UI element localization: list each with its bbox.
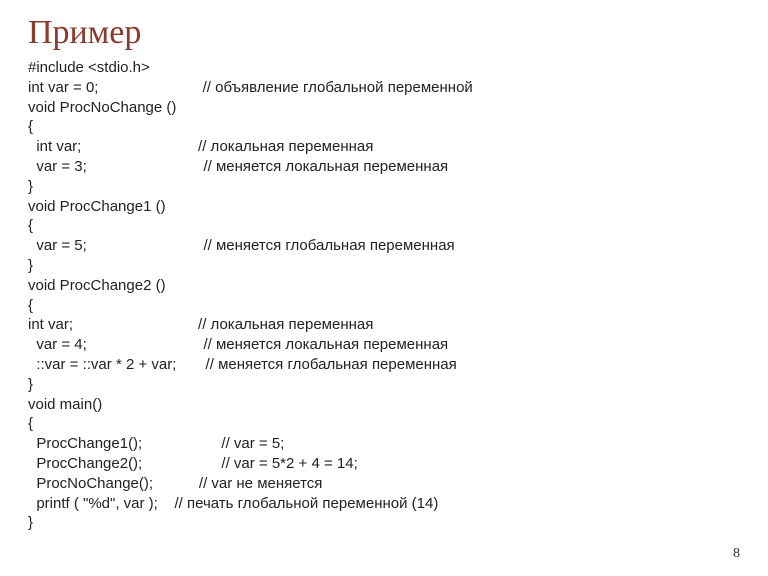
code-line: printf ( "%d", var ); // печать глобальн…	[28, 495, 438, 512]
code-line: {	[28, 217, 33, 234]
code-line: {	[28, 297, 33, 314]
code-line: void main()	[28, 396, 102, 413]
code-line: }	[28, 514, 33, 531]
code-line: void ProcChange1 ()	[28, 198, 166, 215]
code-line: ProcNoChange(); // var не меняется	[28, 475, 322, 492]
code-line: int var; // локальная переменная	[28, 138, 373, 155]
code-line: int var = 0; // объявление глобальной пе…	[28, 79, 473, 96]
code-line: ::var = ::var * 2 + var; // меняется гло…	[28, 356, 457, 373]
code-line: }	[28, 257, 33, 274]
code-line: #include <stdio.h>	[28, 59, 150, 76]
code-line: void ProcChange2 ()	[28, 277, 166, 294]
slide: Пример #include <stdio.h> int var = 0; /…	[0, 0, 768, 576]
code-line: var = 3; // меняется локальная переменна…	[28, 158, 448, 175]
slide-title: Пример	[28, 14, 740, 52]
page-number: 8	[733, 546, 740, 562]
code-line: {	[28, 415, 33, 432]
code-line: ProcChange2(); // var = 5*2 + 4 = 14;	[28, 455, 358, 472]
code-line: }	[28, 376, 33, 393]
code-line: var = 5; // меняется глобальная переменн…	[28, 237, 455, 254]
code-line: ProcChange1(); // var = 5;	[28, 435, 284, 452]
code-line: var = 4; // меняется локальная переменна…	[28, 336, 448, 353]
code-line: void ProcNoChange ()	[28, 99, 176, 116]
code-line: }	[28, 178, 33, 195]
code-line: {	[28, 118, 33, 135]
code-line: int var; // локальная переменная	[28, 316, 373, 333]
code-block: #include <stdio.h> int var = 0; // объяв…	[28, 58, 740, 533]
